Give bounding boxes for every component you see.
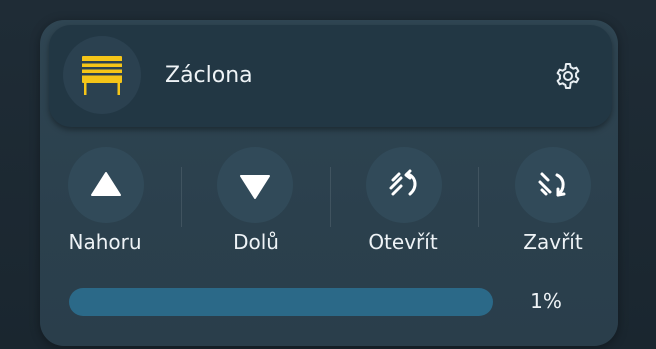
blinds-icon[interactable] bbox=[63, 36, 141, 114]
up-label: Nahoru bbox=[68, 230, 142, 254]
triangle-up-icon bbox=[91, 172, 121, 196]
divider bbox=[478, 167, 479, 227]
divider bbox=[330, 167, 331, 227]
triangle-down-icon bbox=[240, 175, 270, 199]
page: Záclona Nahoru Dolů Otevřít Zavřít 1% bbox=[0, 0, 656, 349]
gear-icon[interactable] bbox=[553, 61, 583, 91]
tilt-close-icon bbox=[538, 172, 566, 197]
tilt-open-icon bbox=[389, 169, 417, 196]
open-label: Otevřít bbox=[368, 230, 438, 254]
close-button[interactable] bbox=[515, 147, 591, 223]
position-percent: 1% bbox=[530, 289, 562, 313]
down-label: Dolů bbox=[233, 230, 279, 254]
open-button[interactable] bbox=[366, 147, 442, 223]
down-button[interactable] bbox=[217, 147, 293, 223]
up-button[interactable] bbox=[68, 147, 144, 223]
close-label: Zavřít bbox=[523, 230, 583, 254]
position-slider[interactable] bbox=[69, 288, 493, 316]
device-name: Záclona bbox=[165, 63, 253, 88]
divider bbox=[181, 167, 182, 227]
